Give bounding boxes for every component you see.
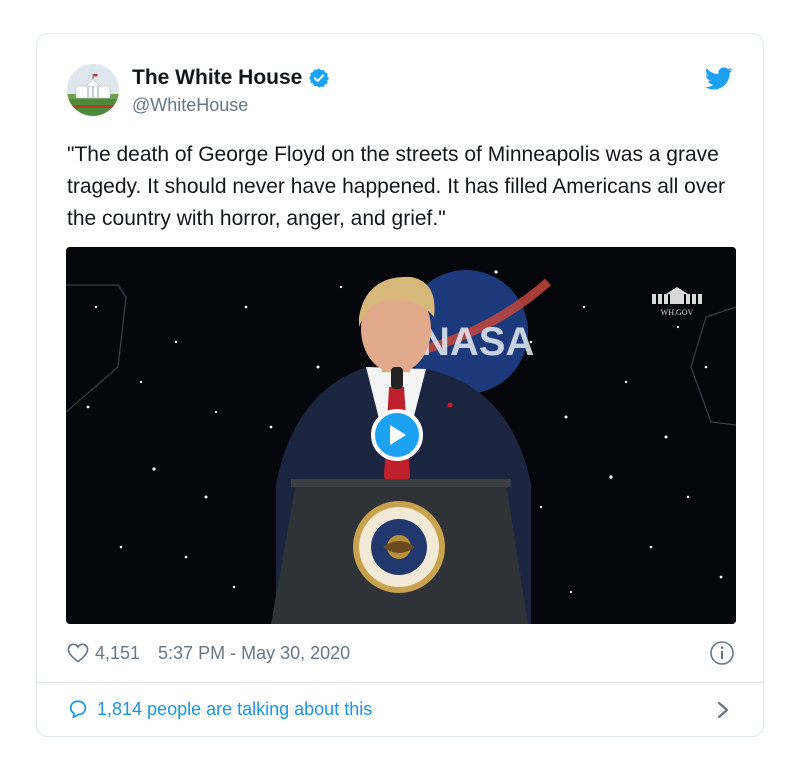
play-button[interactable]: [371, 409, 423, 461]
white-house-avatar-image: [67, 64, 119, 116]
svg-text:WH.GOV: WH.GOV: [661, 308, 694, 317]
like-count: 4,151: [95, 642, 141, 663]
tweet-text: "The death of George Floyd on the street…: [67, 143, 726, 230]
nasa-backdrop-text: NASA: [421, 320, 534, 364]
twitter-bird-icon[interactable]: [705, 67, 733, 91]
like-button[interactable]: 4,151: [67, 643, 140, 664]
heart-icon: [67, 643, 89, 663]
video-player[interactable]: NASA WH.GOV: [66, 247, 736, 624]
verified-badge-icon: [309, 68, 330, 88]
account-name[interactable]: The White House: [132, 66, 330, 90]
tweet-card: The White House @WhiteHouse "The death o…: [36, 33, 764, 737]
lectern: [271, 479, 528, 624]
divider: [37, 682, 763, 683]
reply-bubble-icon: [69, 700, 87, 719]
avatar[interactable]: [67, 64, 119, 116]
talking-count-text: 1,814 people are talking about this: [97, 698, 373, 719]
info-icon[interactable]: [709, 640, 735, 666]
chevron-right-icon[interactable]: [713, 698, 733, 722]
conversation-link[interactable]: 1,814 people are talking about this: [67, 698, 372, 720]
account-name-text: The White House: [132, 66, 303, 89]
account-handle[interactable]: @WhiteHouse: [132, 95, 248, 116]
tweet-timestamp[interactable]: 5:37 PM - May 30, 2020: [158, 643, 350, 664]
tweet-meta: 4,151 5:37 PM - May 30, 2020: [67, 640, 350, 666]
play-icon: [390, 425, 406, 445]
